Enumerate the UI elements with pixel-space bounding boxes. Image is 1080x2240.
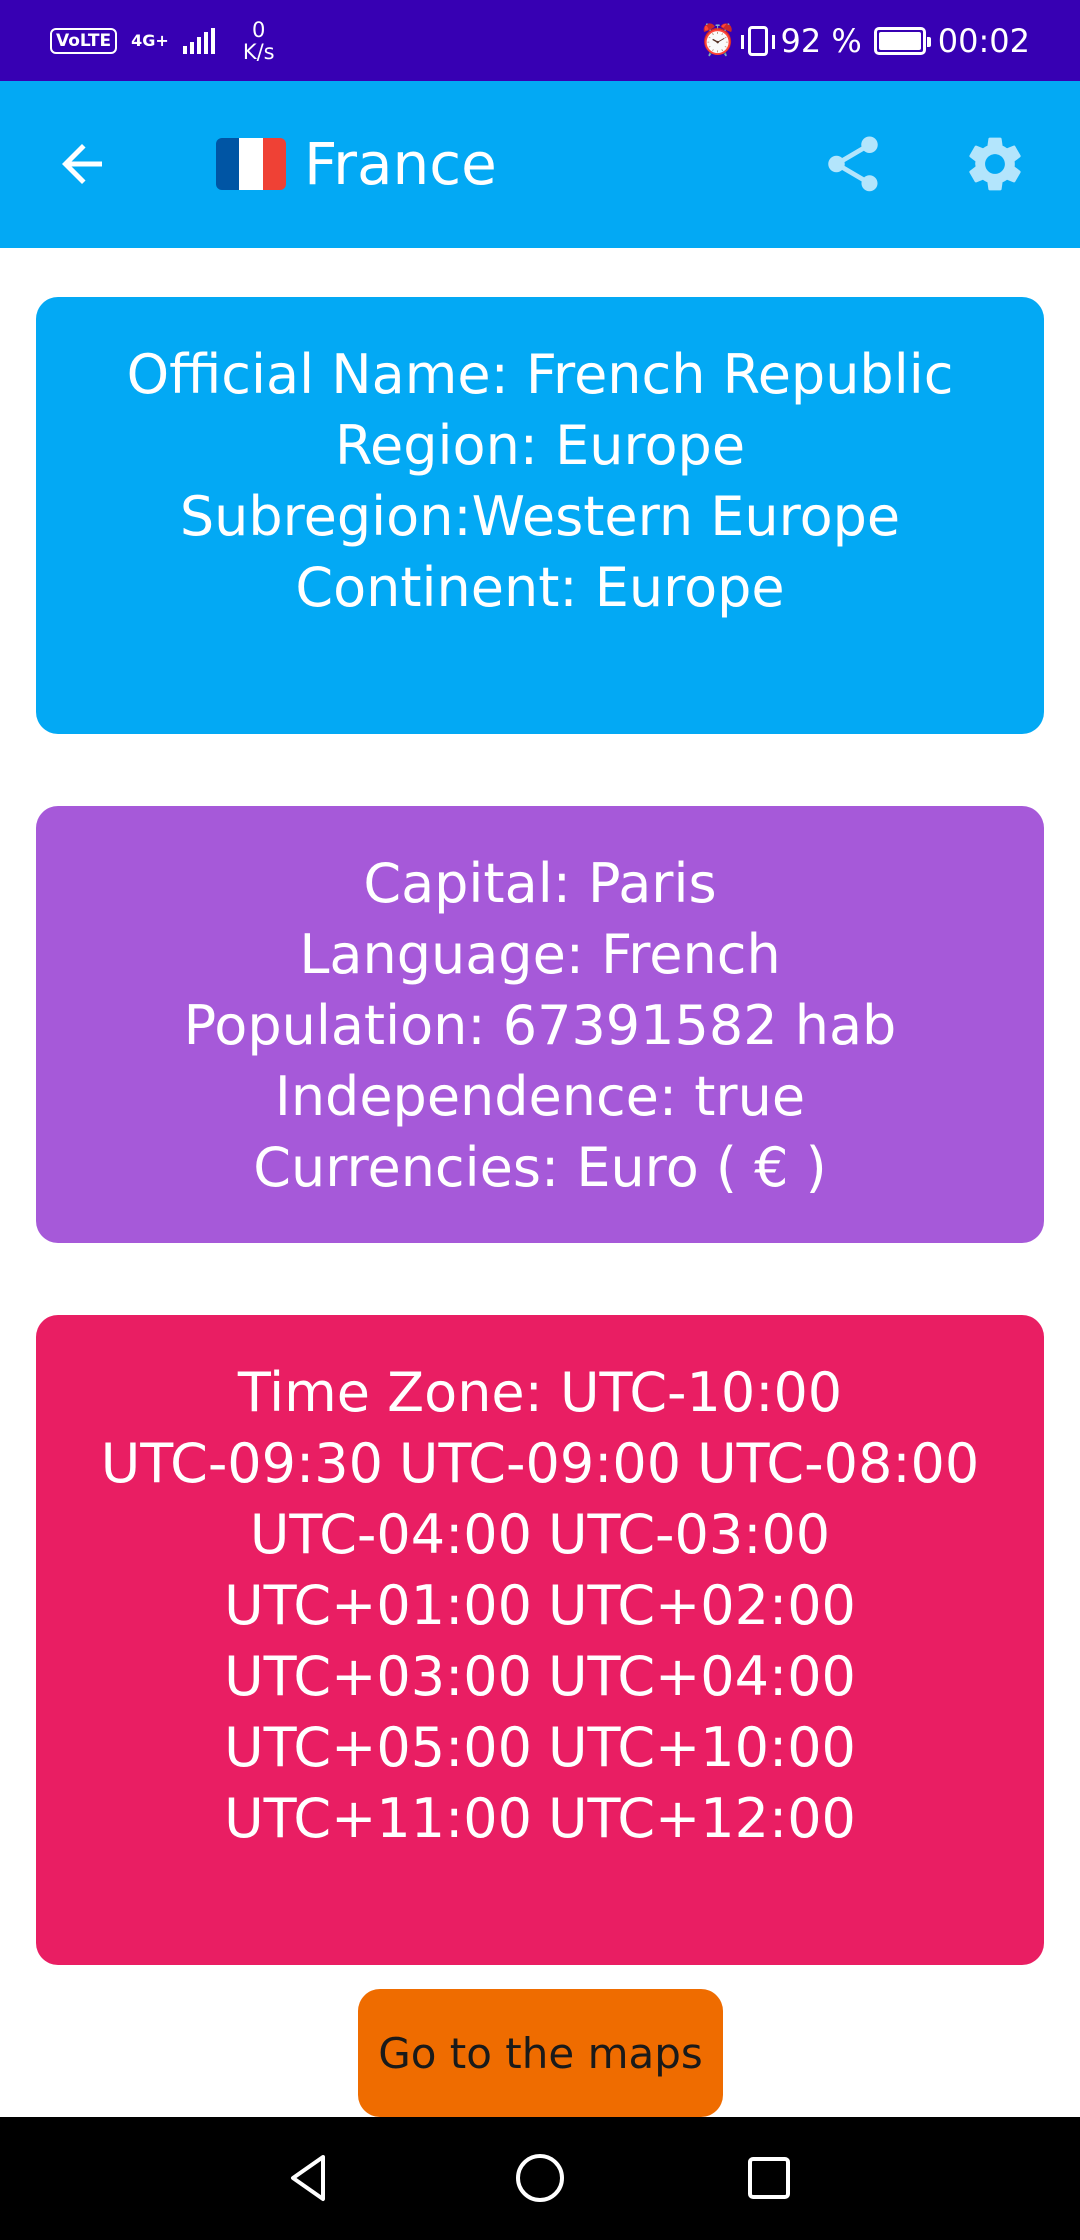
timezone-label: Time Zone: UTC-10:00 — [237, 1361, 843, 1424]
timezone-value: UTC+02:00 — [548, 1574, 856, 1637]
nav-recents-icon — [748, 2157, 790, 2199]
timezone-value: UTC+05:00 — [224, 1716, 532, 1779]
vibrate-icon — [741, 25, 776, 56]
timezone-value: UTC+01:00 — [224, 1574, 532, 1637]
subregion: Subregion:Western Europe — [179, 485, 901, 548]
nav-back-button[interactable] — [275, 2145, 341, 2211]
network-type: 4G+ — [131, 30, 169, 50]
timezone-value: UTC-09:30 — [100, 1432, 383, 1495]
title-group: France — [216, 131, 497, 197]
independence: Independence: true — [274, 1065, 806, 1128]
language: Language: French — [299, 923, 781, 986]
continent: Continent: Europe — [295, 556, 785, 619]
clock: 00:02 — [937, 21, 1030, 60]
population: Population: 67391582 hab — [183, 994, 897, 1057]
back-button[interactable] — [52, 134, 112, 194]
timezone-value: UTC+12:00 — [548, 1787, 856, 1850]
timezone-value: UTC+03:00 — [224, 1645, 532, 1708]
timezone-value: UTC-08:00 — [697, 1432, 980, 1495]
currencies: Currencies: Euro ( € ) — [253, 1136, 827, 1199]
network-speed: 0 K/s — [243, 19, 275, 63]
page-title: France — [304, 130, 497, 198]
timezone-row: UTC+03:00 UTC+04:00 — [36, 1641, 1044, 1712]
timezone-value: UTC-04:00 — [249, 1503, 532, 1566]
speed-value: 0 — [252, 17, 266, 42]
nav-home-button[interactable] — [507, 2145, 573, 2211]
timezone-row: UTC+05:00 UTC+10:00 — [36, 1712, 1044, 1783]
timezone-card: Time Zone: UTC-10:00 UTC-09:30 UTC-09:00 U… — [36, 1315, 1044, 1965]
share-icon — [828, 136, 878, 192]
timezone-value: UTC+04:00 — [548, 1645, 856, 1708]
country-info-card: Official Name: French Republic Region: E… — [36, 297, 1044, 734]
country-details-card: Capital: Paris Language: French Populati… — [36, 806, 1044, 1243]
nav-back-icon — [291, 2155, 325, 2201]
app-bar: France — [0, 81, 1080, 248]
signal-icon — [182, 27, 215, 54]
go-to-maps-button[interactable]: Go to the maps — [358, 1989, 723, 2117]
timezone-value: UTC-03:00 — [548, 1503, 831, 1566]
settings-gear-icon — [969, 137, 1021, 191]
nav-home-icon — [516, 2154, 564, 2202]
status-left: VoLTE 4G+ 0 K/s — [50, 19, 275, 63]
region: Region: Europe — [334, 414, 746, 477]
nav-recents-button[interactable] — [736, 2145, 802, 2211]
share-button[interactable] — [820, 131, 886, 197]
timezone-value: UTC+10:00 — [548, 1716, 856, 1779]
navigation-bar — [0, 2117, 1080, 2240]
battery-charging-icon — [873, 26, 931, 55]
status-bar: VoLTE 4G+ 0 K/s ⏰ 92 % 00:02 — [0, 0, 1080, 81]
back-arrow-icon — [62, 144, 102, 184]
timezone-row: UTC-04:00 UTC-03:00 — [36, 1499, 1044, 1570]
timezone-value: UTC-09:00 — [398, 1432, 682, 1495]
battery-percent: 92 % — [780, 21, 862, 60]
settings-button[interactable] — [962, 131, 1028, 197]
official-name: Official Name: French Republic — [126, 343, 954, 406]
volte-icon: VoLTE — [50, 27, 118, 54]
timezone-row: UTC+01:00 UTC+02:00 — [36, 1570, 1044, 1641]
capital: Capital: Paris — [363, 852, 717, 915]
status-right: ⏰ 92 % 00:02 — [699, 22, 1030, 60]
france-flag-icon — [216, 138, 286, 190]
alarm-icon: ⏰ — [699, 23, 737, 58]
timezone-row: UTC+11:00 UTC+12:00 — [36, 1783, 1044, 1854]
speed-unit: K/s — [242, 39, 275, 64]
timezone-row: UTC-09:30 UTC-09:00 UTC-08:00 — [36, 1428, 1044, 1499]
timezone-value: UTC+11:00 — [224, 1787, 532, 1850]
